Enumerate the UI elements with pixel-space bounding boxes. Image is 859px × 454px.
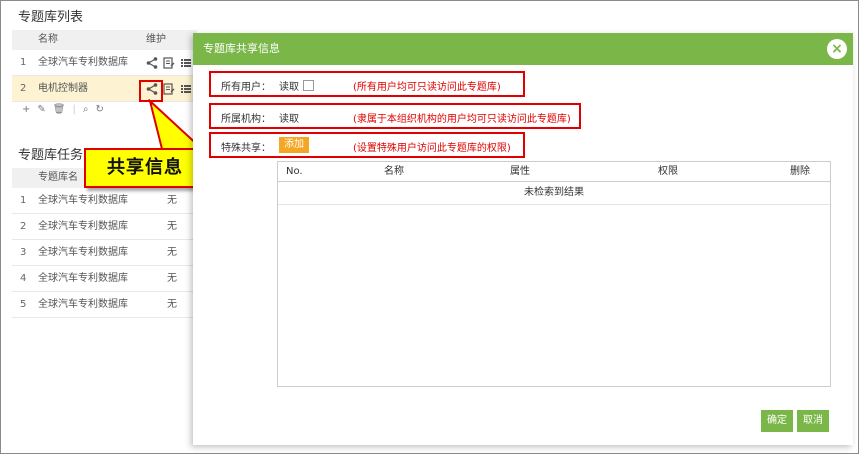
- callout-text: 共享信息: [107, 157, 183, 178]
- share-icon[interactable]: [146, 56, 158, 69]
- modal-title: 专题库共享信息: [203, 42, 280, 55]
- add-button[interactable]: 添加: [279, 137, 309, 153]
- col-attr: 属性: [510, 166, 530, 177]
- share-info-modal: 专题库共享信息 × 所有用户： 读取 (所有用户均可只读访问此专题库) 所属机构…: [193, 33, 853, 445]
- modal-header: 专题库共享信息 ×: [193, 33, 853, 65]
- row-name: 全球汽车专利数据库: [38, 195, 128, 206]
- all-users-label: 所有用户：: [221, 82, 271, 93]
- row-name: 全球汽车专利数据库: [38, 299, 128, 310]
- empty-result-text: 未检索到结果: [278, 182, 830, 205]
- topic-list-header: 名称 维护: [12, 30, 197, 50]
- row-value: 无: [167, 299, 177, 310]
- all-users-read-label: 读取: [279, 82, 299, 93]
- row-number: 1: [20, 195, 27, 206]
- table-row[interactable]: 5 全球汽车专利数据库 无: [12, 292, 197, 318]
- callout-box: 共享信息: [84, 148, 206, 188]
- row-number: 4: [20, 273, 27, 284]
- table-row[interactable]: 4 全球汽车专利数据库 无: [12, 266, 197, 292]
- list-icon[interactable]: [180, 83, 192, 95]
- divider: |: [72, 104, 76, 115]
- row-value: 无: [167, 247, 177, 258]
- special-share-table: No. 名称 属性 权限 删除 未检索到结果: [277, 161, 831, 387]
- maint-actions: [146, 50, 192, 75]
- cancel-button[interactable]: 取消: [797, 410, 829, 432]
- edit-doc-icon[interactable]: [163, 56, 175, 69]
- all-users-read-checkbox[interactable]: [303, 80, 314, 91]
- col-no: No.: [286, 166, 303, 177]
- all-users-hint: (所有用户均可只读访问此专题库): [353, 82, 501, 93]
- topic-list-grid: 名称 维护 1 全球汽车专利数据库 2 电机控制器: [12, 30, 197, 102]
- special-option: 特殊共享： 添加 (设置特殊用户访问此专题库的权限): [209, 132, 525, 158]
- col-name: 名称: [384, 166, 404, 177]
- task-grid: 专题库名 1 全球汽车专利数据库无 2 全球汽车专利数据库无 3 全球汽车专利数据库无…: [12, 168, 197, 318]
- table-row[interactable]: 2 全球汽车专利数据库 无: [12, 214, 197, 240]
- row-name: 电机控制器: [38, 83, 88, 94]
- table-row[interactable]: 3 全球汽车专利数据库 无: [12, 240, 197, 266]
- edit-doc-icon[interactable]: [163, 82, 175, 95]
- table-row[interactable]: 1 全球汽车专利数据库: [12, 50, 197, 76]
- org-read-label: 读取: [279, 114, 299, 125]
- pencil-icon[interactable]: ✎: [37, 104, 45, 115]
- row-number: 1: [20, 57, 27, 68]
- special-label: 特殊共享：: [221, 143, 271, 154]
- row-number: 3: [20, 247, 27, 258]
- list-section-title: 专题库列表: [18, 10, 84, 25]
- org-option: 所属机构： 读取 (隶属于本组织机构的用户均可只读访问此专题库): [209, 103, 581, 129]
- row-name: 全球汽车专利数据库: [38, 221, 128, 232]
- col-delete: 删除: [790, 166, 810, 177]
- row-value: 无: [167, 195, 177, 206]
- special-hint: (设置特殊用户访问此专题库的权限): [353, 143, 511, 154]
- col-task-name-header: 专题库名: [38, 172, 78, 183]
- row-value: 无: [167, 221, 177, 232]
- add-icon[interactable]: +: [22, 104, 30, 115]
- ok-button[interactable]: 确定: [761, 410, 793, 432]
- row-number: 2: [20, 221, 27, 232]
- list-toolbar: + ✎ 🗑 | ⌕ ↻: [22, 104, 104, 115]
- row-name: 全球汽车专利数据库: [38, 57, 128, 68]
- col-maint-header: 维护: [146, 34, 166, 45]
- refresh-icon[interactable]: ↻: [95, 104, 103, 115]
- col-permission: 权限: [658, 166, 678, 177]
- task-section-title: 专题库任务: [18, 148, 84, 163]
- row-name: 全球汽车专利数据库: [38, 247, 128, 258]
- org-hint: (隶属于本组织机构的用户均可只读访问此专题库): [353, 114, 571, 125]
- row-value: 无: [167, 273, 177, 284]
- close-icon[interactable]: ×: [827, 39, 847, 59]
- table-row[interactable]: 1 全球汽车专利数据库 无: [12, 188, 197, 214]
- row-number: 5: [20, 299, 27, 310]
- list-icon[interactable]: [180, 57, 192, 69]
- row-number: 2: [20, 83, 27, 94]
- row-name: 全球汽车专利数据库: [38, 273, 128, 284]
- col-name-header: 名称: [38, 34, 58, 45]
- search-icon[interactable]: ⌕: [83, 104, 89, 115]
- all-users-option: 所有用户： 读取 (所有用户均可只读访问此专题库): [209, 71, 525, 97]
- table-header: No. 名称 属性 权限 删除: [278, 162, 830, 182]
- trash-icon[interactable]: 🗑: [53, 104, 66, 115]
- org-label: 所属机构：: [221, 114, 271, 125]
